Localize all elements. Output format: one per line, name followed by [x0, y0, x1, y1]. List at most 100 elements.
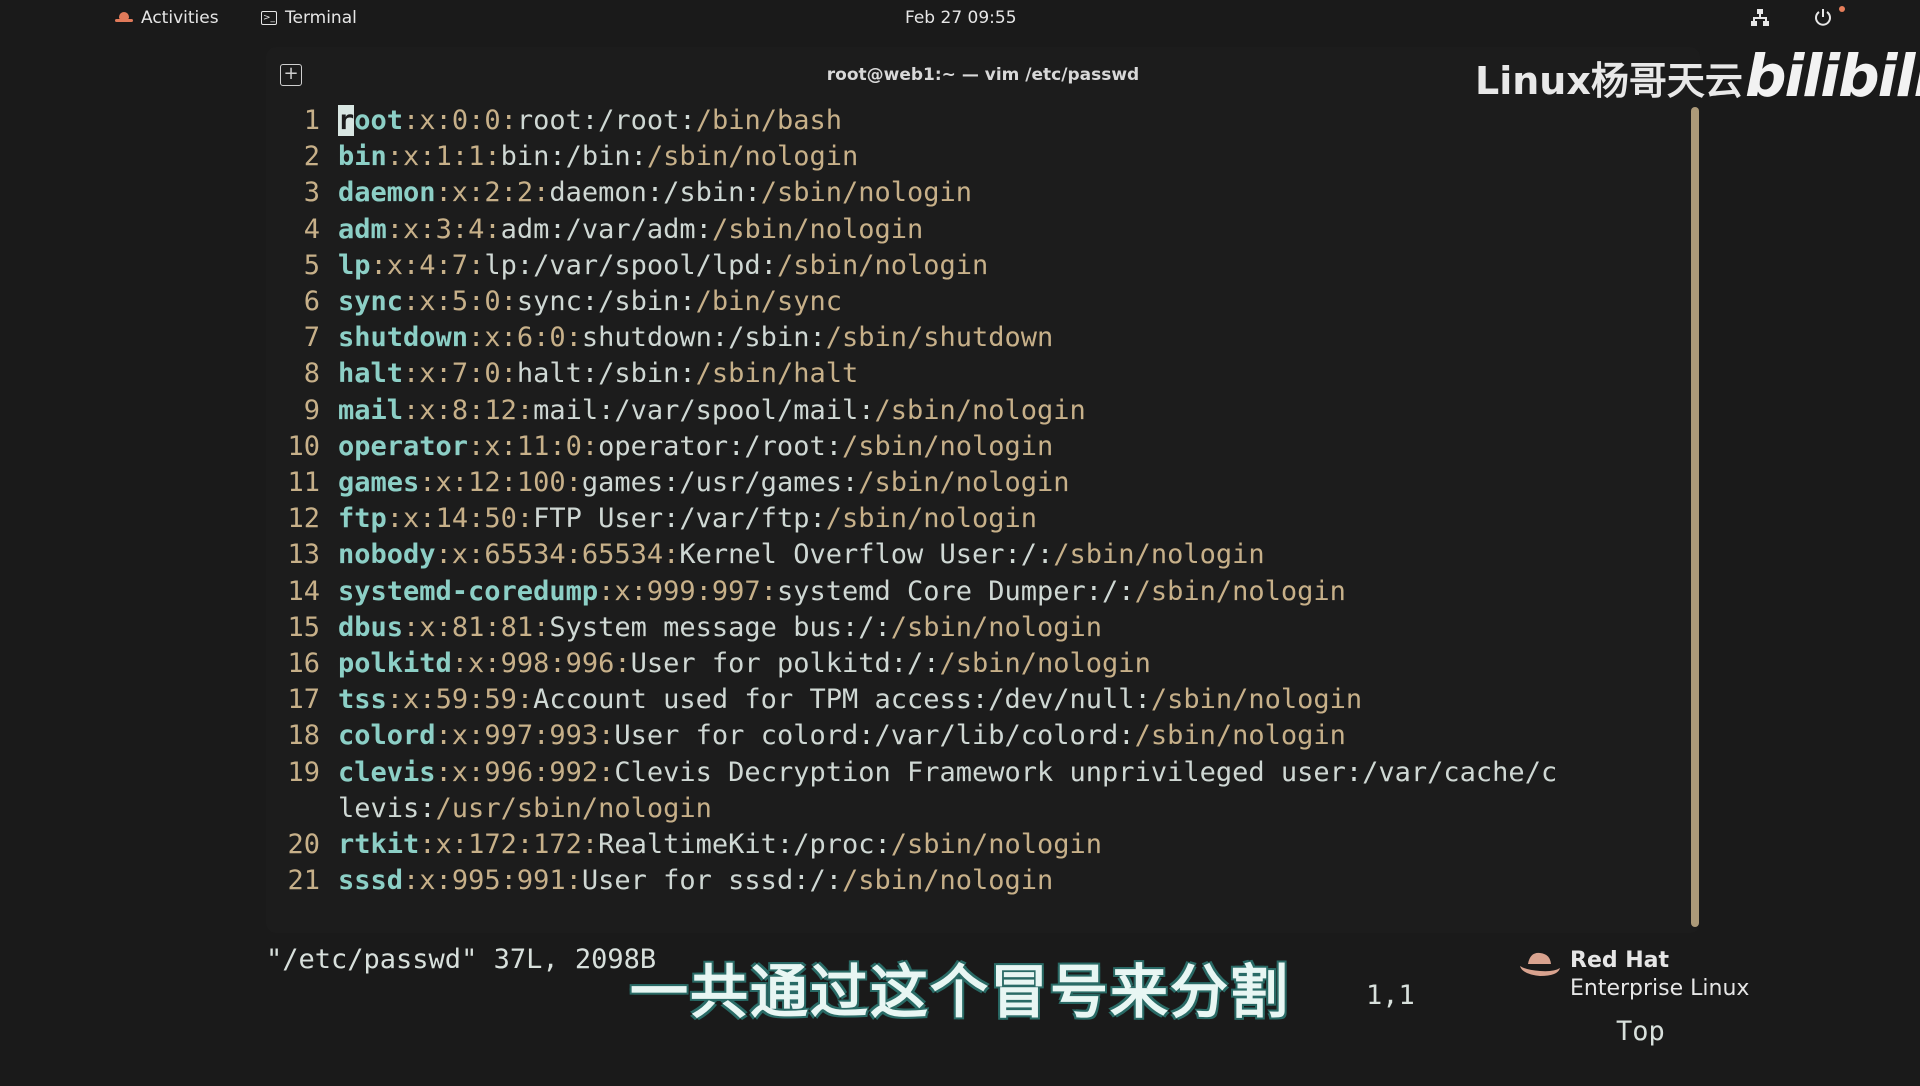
passwd-field: /sbin/nologin	[776, 249, 989, 281]
passwd-field: :	[598, 720, 615, 752]
passwd-field: :x:	[403, 865, 452, 897]
line-content: systemd-coredump:x:999:997:systemd Core …	[338, 574, 1346, 610]
passwd-field: /sbin/nologin	[890, 829, 1103, 860]
scrollbar[interactable]	[1691, 107, 1699, 927]
vim-line[interactable]: 4 adm:x:3:4:adm:/var/adm:/sbin/nologin	[266, 212, 924, 248]
passwd-field: /sbin/shutdown	[825, 322, 1054, 354]
vim-line[interactable]: 12 ftp:x:14:50:FTP User:/var/ftp:/sbin/no…	[266, 501, 1037, 537]
passwd-field: :	[484, 141, 501, 173]
passwd-field: :x:	[435, 720, 485, 752]
line-number: 6	[303, 286, 320, 317]
vim-line[interactable]: 8 halt:x:7:0:halt:/sbin:/sbin/halt	[266, 356, 859, 392]
passwd-field: :	[581, 829, 599, 860]
username-field: mail	[338, 394, 404, 426]
passwd-field: :	[565, 865, 582, 897]
line-number: 11	[287, 467, 320, 498]
passwd-field: :x:	[370, 249, 420, 281]
passwd-field: 0:0	[451, 105, 501, 136]
line-number: 1	[303, 105, 320, 136]
passwd-field: /sbin/nologin	[858, 467, 1070, 498]
passwd-field: operator:/root:	[598, 430, 842, 462]
passwd-field: :	[760, 575, 777, 607]
username-field: root	[338, 105, 404, 136]
vim-line[interactable]: 3 daemon:x:2:2:daemon:/sbin:/sbin/nologin	[266, 175, 972, 211]
passwd-field: 11:0	[516, 430, 582, 462]
line-content: halt:x:7:0:halt:/sbin:/sbin/halt	[338, 356, 858, 392]
vim-line[interactable]: 6 sync:x:5:0:sync:/sbin:/bin/sync	[266, 284, 842, 320]
redhat-name: Red Hat	[1570, 948, 1670, 973]
passwd-field: sync:/sbin:	[516, 286, 696, 317]
vim-line[interactable]: 18 colord:x:997:993:User for colord:/var/…	[266, 718, 1345, 754]
username-field: sync	[338, 286, 404, 317]
username-field: tss	[338, 684, 387, 716]
passwd-field: :x:	[435, 539, 485, 571]
passwd-field: User for polkitd:/:	[630, 648, 940, 679]
passwd-field: 1:1	[435, 141, 485, 173]
username-field: systemd-coredump	[338, 575, 599, 607]
vim-line[interactable]: 11 games:x:12:100:games:/usr/games:/sbin/…	[266, 465, 1069, 501]
passwd-field: :x:	[403, 394, 452, 426]
passwd-field: daemon:/sbin:	[549, 177, 761, 209]
username-field: adm	[338, 213, 387, 245]
passwd-field: /sbin/nologin	[711, 213, 924, 245]
username-field: bin	[338, 141, 387, 173]
vim-line[interactable]: 9 mail:x:8:12:mail:/var/spool/mail:/sbin/…	[266, 393, 1086, 429]
line-content: bin:x:1:1:bin:/bin:/sbin/nologin	[338, 139, 858, 175]
vim-line[interactable]: 14 systemd-coredump:x:999:997:systemd Cor…	[266, 574, 1345, 610]
line-number: 3	[303, 177, 320, 209]
passwd-field: /sbin/nologin	[760, 177, 973, 209]
vim-line[interactable]: 7 shutdown:x:6:0:shutdown:/sbin:/sbin/shu…	[266, 320, 1054, 356]
line-content: colord:x:997:993:User for colord:/var/li…	[338, 718, 1346, 754]
vim-line[interactable]: 2 bin:x:1:1:bin:/bin:/sbin/nologin	[266, 139, 859, 175]
passwd-field: :	[581, 430, 599, 462]
passwd-field: games:/usr/games:	[581, 467, 859, 498]
passwd-field: :	[500, 286, 517, 317]
vim-line[interactable]: 19 clevis:x:996:992:Clevis Decryption Fra…	[266, 755, 1557, 791]
redhat-hat-icon	[115, 12, 133, 24]
vim-line[interactable]: 15 dbus:x:81:81:System message bus:/:/sbi…	[266, 610, 1102, 646]
line-content: mail:x:8:12:mail:/var/spool/mail:/sbin/n…	[338, 393, 1086, 429]
line-content: ftp:x:14:50:FTP User:/var/ftp:/sbin/nolo…	[338, 501, 1037, 537]
passwd-field: :	[598, 756, 615, 788]
passwd-field: /usr/sbin/nologin	[435, 792, 712, 824]
passwd-field: :	[663, 539, 680, 571]
vim-line[interactable]: 16 polkitd:x:998:996:User for polkitd:/:/…	[266, 646, 1150, 682]
activities-button[interactable]: Activities	[115, 8, 219, 28]
clock[interactable]: Feb 27 09:55	[905, 8, 1017, 28]
app-menu-terminal[interactable]: >_ Terminal	[261, 8, 357, 28]
redhat-branding: Red Hat Enterprise Linux	[1518, 948, 1758, 1008]
line-content: sssd:x:995:991:User for sssd:/:/sbin/nol…	[338, 863, 1053, 899]
passwd-field: 14:50	[435, 503, 517, 535]
passwd-field: Clevis Decryption Framework unprivileged…	[614, 756, 1558, 788]
username-field: rtkit	[338, 829, 420, 860]
passwd-field: System message bus:/:	[549, 611, 891, 643]
vim-line[interactable]: 10 operator:x:11:0:operator:/root:/sbin/n…	[266, 429, 1053, 465]
passwd-field: :	[533, 177, 550, 209]
vim-line[interactable]: 1 root:x:0:0:root:/root:/bin/bash	[266, 103, 842, 139]
passwd-field: 59:59	[435, 684, 517, 716]
passwd-field: :x:	[386, 684, 436, 716]
vim-line[interactable]: 21 sssd:x:995:991:User for sssd:/:/sbin/n…	[266, 863, 1053, 899]
line-content: shutdown:x:6:0:shutdown:/sbin:/sbin/shut…	[338, 320, 1053, 356]
vim-line[interactable]: levis:/usr/sbin/nologin	[266, 791, 712, 827]
passwd-field: 999:997	[646, 575, 761, 607]
passwd-field: :x:	[468, 322, 517, 354]
bilibili-watermark: Linux杨哥天云 bilibili	[1475, 42, 1920, 112]
line-number: 14	[287, 575, 320, 607]
terminal-window[interactable]: + root@web1:~ — vim /etc/passwd 1 root:x:…	[266, 47, 1700, 1047]
line-number: 9	[303, 394, 320, 426]
vim-line[interactable]: 17 tss:x:59:59:Account used for TPM acces…	[266, 682, 1362, 718]
line-number: 8	[303, 358, 320, 390]
system-menu[interactable]	[1720, 6, 1920, 32]
vim-line[interactable]: 5 lp:x:4:7:lp:/var/spool/lpd:/sbin/nologi…	[266, 248, 989, 284]
passwd-field: FTP User:/var/ftp:	[533, 503, 826, 535]
line-content: root:x:0:0:root:/root:/bin/bash	[338, 103, 842, 139]
line-number: 4	[303, 213, 320, 245]
vim-editor[interactable]: 1 root:x:0:0:root:/root:/bin/bash 2 bin:x:1…	[266, 103, 1686, 933]
passwd-field: 2:2	[484, 177, 534, 209]
line-content: rtkit:x:172:172:RealtimeKit:/proc:/sbin/…	[338, 827, 1102, 863]
vim-line[interactable]: 13 nobody:x:65534:65534:Kernel Overflow U…	[266, 537, 1264, 573]
vim-line[interactable]: 20 rtkit:x:172:172:RealtimeKit:/proc:/sbi…	[266, 827, 1102, 863]
username-field: games	[338, 467, 420, 498]
terminal-icon: >_	[261, 11, 277, 25]
